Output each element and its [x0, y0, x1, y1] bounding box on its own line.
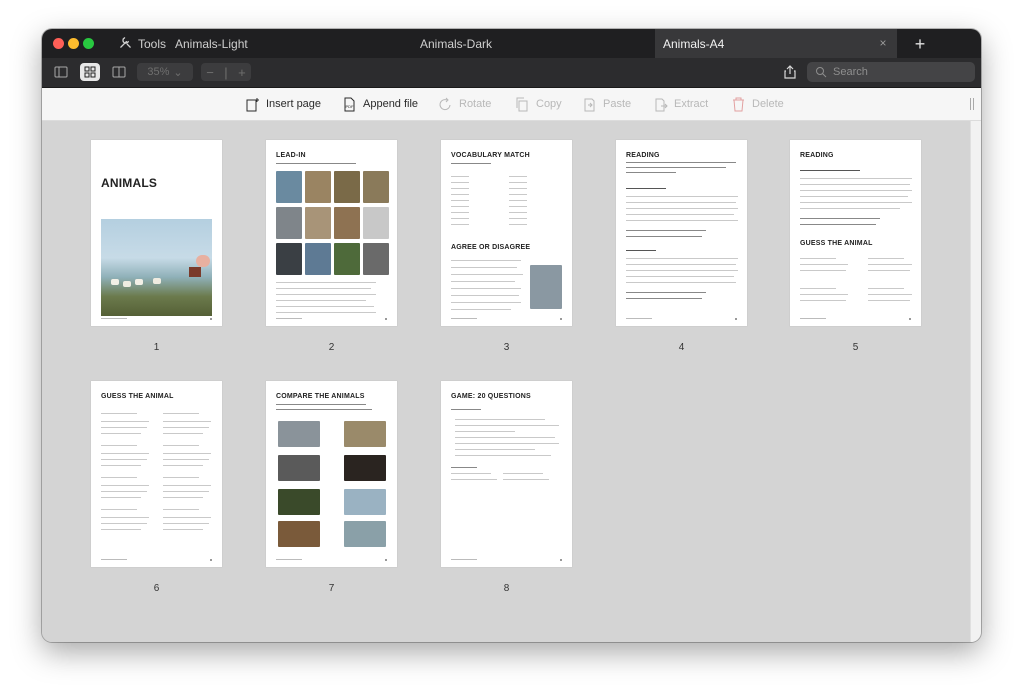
page-subtitle: GUESS THE ANIMAL	[800, 240, 873, 247]
tab-label: Animals-Light	[175, 36, 248, 51]
zoom-value: 35%	[147, 66, 170, 78]
search-field[interactable]: Search	[807, 62, 975, 82]
sidebar-toggle-button[interactable]	[52, 63, 70, 81]
sidebar-icon	[54, 66, 68, 78]
page-number: 4	[678, 342, 685, 353]
chevron-down-icon: ⌄	[173, 66, 183, 79]
page-grid: ANIMALS 1 LEAD-IN 2 VOCABULARY MATCH AGR…	[42, 121, 970, 642]
zoom-out-button[interactable]: −	[206, 65, 214, 80]
extract-button[interactable]: Extract	[653, 88, 708, 120]
zoom-select[interactable]: 35% ⌄	[137, 63, 193, 81]
page-thumbnail-3[interactable]: VOCABULARY MATCH AGREE OR DISAGREE	[441, 140, 572, 326]
rotate-icon	[439, 97, 451, 110]
zoom-stepper: − | +	[201, 63, 251, 81]
page-number: 2	[328, 342, 335, 353]
page-title: VOCABULARY MATCH	[451, 152, 530, 159]
page-title: LEAD-IN	[276, 152, 306, 159]
page-thumbnail-6[interactable]: GUESS THE ANIMAL	[91, 381, 222, 567]
zoom-in-button[interactable]: +	[238, 65, 246, 80]
search-placeholder: Search	[833, 66, 868, 78]
page-action-bar: Insert page PDF Append file Rotate Copy …	[42, 88, 981, 121]
page-title: COMPARE THE ANIMALS	[276, 393, 365, 400]
page-thumbnail-5[interactable]: READING GUESS THE ANIMAL	[790, 140, 921, 326]
page-title: READING	[626, 152, 660, 159]
page-thumbnail-4[interactable]: READING	[616, 140, 747, 326]
page-number: 8	[503, 583, 510, 594]
tab-animals-a4[interactable]: Animals-A4 ×	[655, 29, 897, 58]
append-file-button[interactable]: PDF Append file	[342, 88, 418, 120]
page-number: 1	[153, 342, 160, 353]
minimize-window-button[interactable]	[68, 38, 79, 49]
app-window: Tools Animals-Light Animals-Dark Animals…	[42, 29, 981, 642]
close-tab-icon[interactable]: ×	[877, 37, 889, 49]
page-footer	[276, 318, 387, 320]
page-thumbnail-2[interactable]: LEAD-IN	[266, 140, 397, 326]
page-footer	[101, 318, 212, 320]
tools-icon	[119, 36, 132, 52]
grid-icon	[84, 66, 96, 78]
tab-animals-light[interactable]: Animals-Light	[175, 29, 248, 58]
extract-label: Extract	[674, 98, 709, 110]
page-footer	[101, 559, 212, 561]
copy-icon	[516, 97, 528, 111]
page-title: GUESS THE ANIMAL	[101, 393, 174, 400]
rotate-button[interactable]: Rotate	[438, 88, 491, 120]
divider: |	[224, 64, 228, 80]
tab-label: Animals-Dark	[420, 36, 493, 51]
svg-text:PDF: PDF	[346, 104, 355, 109]
share-button[interactable]	[780, 63, 800, 81]
toolbar-resize-handle[interactable]	[970, 98, 974, 110]
page-title: READING	[800, 152, 834, 159]
insert-page-icon	[246, 97, 259, 111]
pages-icon	[112, 66, 126, 78]
page-title: ANIMALS	[101, 176, 158, 190]
paste-icon	[584, 98, 595, 111]
page-subtitle: AGREE OR DISAGREE	[451, 244, 531, 251]
zoom-window-button[interactable]	[83, 38, 94, 49]
page-footer	[451, 559, 562, 561]
search-icon	[816, 67, 827, 78]
copy-button[interactable]: Copy	[515, 88, 562, 120]
trash-icon	[733, 97, 744, 111]
page-footer	[800, 318, 911, 320]
page-thumbnail-1[interactable]: ANIMALS	[91, 140, 222, 326]
append-file-label: Append file	[363, 98, 419, 110]
tab-animals-dark[interactable]: Animals-Dark	[420, 29, 492, 58]
grid-view-button[interactable]	[80, 63, 100, 81]
paste-button[interactable]: Paste	[582, 88, 631, 120]
page-thumbnail-7[interactable]: COMPARE THE ANIMALS	[266, 381, 397, 567]
delete-label: Delete	[752, 98, 784, 110]
share-icon	[784, 65, 796, 79]
vertical-scrollbar[interactable]	[970, 121, 981, 642]
paste-label: Paste	[603, 98, 632, 110]
insert-page-label: Insert page	[266, 98, 322, 110]
page-footer	[451, 318, 562, 320]
append-file-icon: PDF	[344, 97, 355, 111]
page-footer	[276, 559, 387, 561]
two-page-view-button[interactable]	[110, 63, 128, 81]
insert-page-button[interactable]: Insert page	[245, 88, 321, 120]
page-number: 7	[328, 583, 335, 594]
page-number: 6	[153, 583, 160, 594]
rotate-label: Rotate	[459, 98, 492, 110]
tab-label: Animals-A4	[663, 36, 725, 51]
delete-button[interactable]: Delete	[731, 88, 784, 120]
tools-menu-button[interactable]: Tools	[119, 29, 166, 58]
page-footer	[626, 318, 737, 320]
page-number: 3	[503, 342, 510, 353]
main-toolbar: 35% ⌄ − | + Search	[42, 58, 981, 88]
copy-label: Copy	[536, 98, 562, 110]
new-tab-button[interactable]: +	[910, 34, 930, 54]
page-title: GAME: 20 QUESTIONS	[451, 393, 531, 400]
cover-photo-sheep	[101, 219, 212, 316]
page-number: 5	[852, 342, 859, 353]
title-bar: Tools Animals-Light Animals-Dark Animals…	[42, 29, 981, 58]
extract-icon	[655, 98, 668, 111]
close-window-button[interactable]	[53, 38, 64, 49]
tools-label: Tools	[138, 36, 167, 51]
page-thumbnail-8[interactable]: GAME: 20 QUESTIONS	[441, 381, 572, 567]
